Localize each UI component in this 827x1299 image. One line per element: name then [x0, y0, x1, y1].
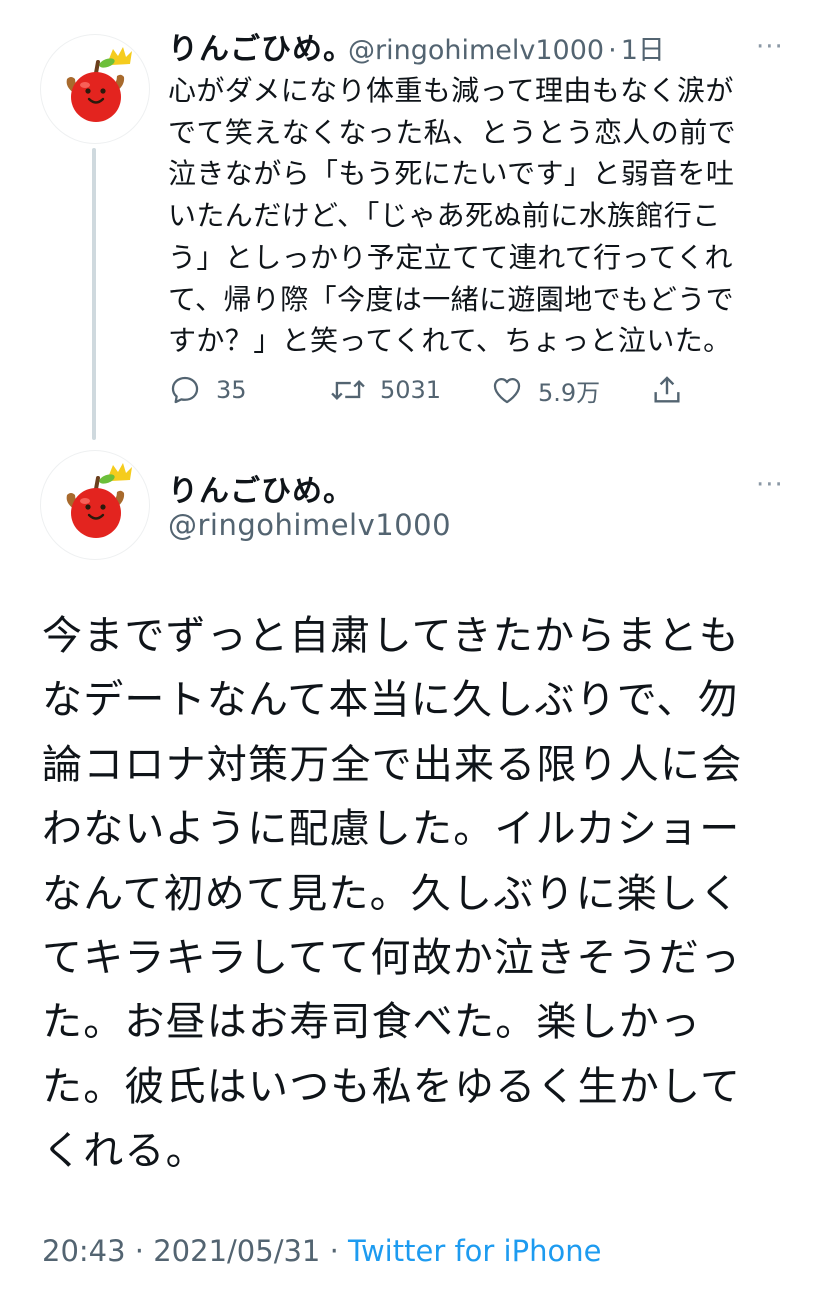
footer-separator: · — [134, 1234, 145, 1268]
thread-connector-line — [92, 148, 96, 440]
retweet-button[interactable]: 5031 — [330, 370, 441, 410]
apple-mascot-icon — [66, 463, 132, 538]
avatar[interactable] — [40, 34, 150, 144]
like-count: 5.9万 — [538, 378, 601, 407]
tweet-footer: 20:43 · 2021/05/31 · Twitter for iPhone — [42, 1234, 601, 1268]
author-handle[interactable]: @ringohimelv1000 — [168, 508, 451, 542]
reply-button[interactable]: 35 — [168, 370, 247, 410]
tweet-time: 20:43 — [42, 1234, 126, 1268]
share-button[interactable] — [650, 370, 684, 410]
tweet-text: 心がダメになり体重も減って理由もなく涙が でて笑えなくなった私、とうとう恋人の前… — [168, 74, 737, 358]
tweet-time[interactable]: 1日 — [621, 35, 665, 66]
apple-mascot-icon — [66, 47, 132, 122]
footer-separator: · — [329, 1234, 339, 1268]
share-upload-icon — [654, 376, 680, 403]
author-meta: @ringohimelv1000 · 1日 — [348, 28, 665, 67]
like-button[interactable]: 5.9万 — [490, 370, 600, 410]
author-name[interactable]: りんごひめ。 — [168, 24, 354, 68]
tweet-text: 今までずっと自粛してきたからまとも なデートなんて本当に久しぶりで、勿 論コロナ… — [42, 613, 743, 1175]
reply-count: 35 — [216, 376, 247, 404]
tweet-date: 2021/05/31 — [153, 1234, 321, 1268]
speech-bubble-icon — [171, 376, 199, 404]
author-handle[interactable]: @ringohimelv1000 — [348, 35, 604, 66]
retweet-count: 5031 — [380, 376, 442, 404]
avatar[interactable] — [40, 450, 150, 560]
more-options-icon[interactable]: ··· — [756, 472, 784, 498]
retweet-arrows-icon — [331, 380, 365, 400]
tweet-source-link[interactable]: Twitter for iPhone — [348, 1234, 601, 1268]
heart-icon — [493, 377, 521, 404]
more-options-icon[interactable]: ··· — [756, 34, 784, 60]
author-name[interactable]: りんごひめ。 — [168, 466, 354, 510]
meta-separator: · — [608, 35, 617, 66]
